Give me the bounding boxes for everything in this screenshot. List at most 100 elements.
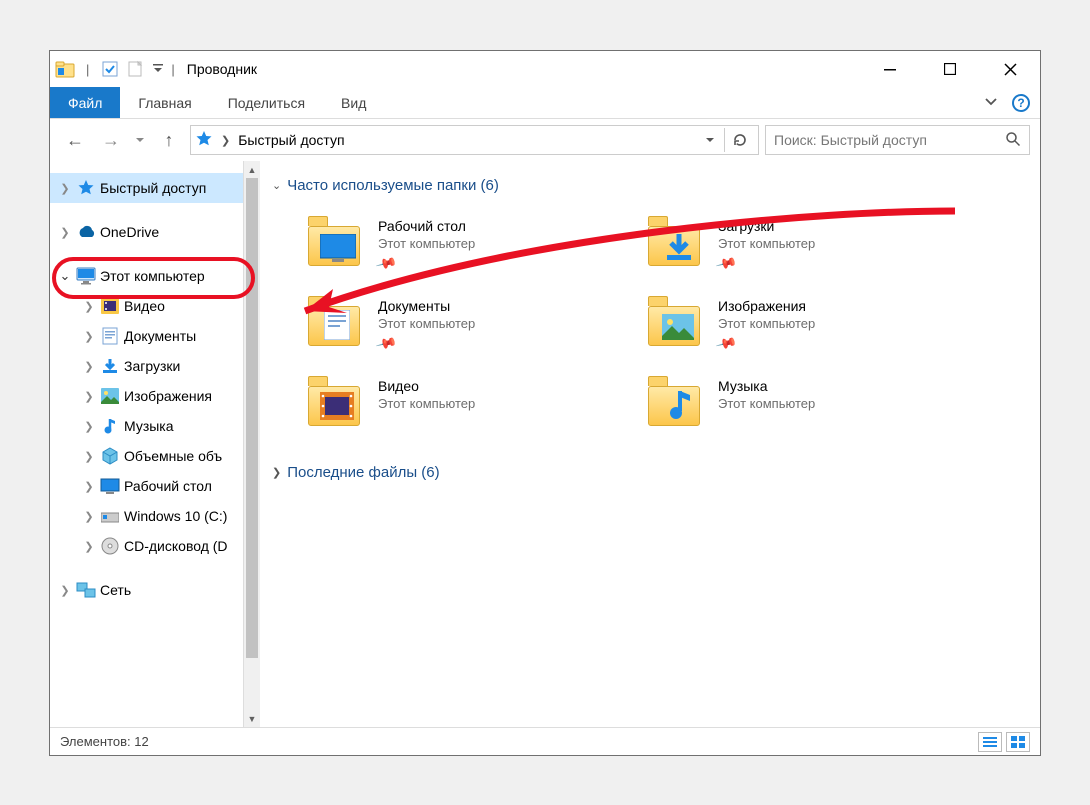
tab-share[interactable]: Поделиться	[210, 87, 323, 118]
folder-item-videos[interactable]: Видео Этот компьютер	[272, 364, 612, 444]
downloads-folder-icon	[648, 218, 706, 266]
sidebar-item-label: Объемные объ	[124, 448, 222, 464]
back-button[interactable]: ←	[60, 125, 90, 155]
up-button[interactable]: ↑	[154, 125, 184, 155]
folder-item-music[interactable]: Музыка Этот компьютер	[612, 364, 952, 444]
quick-access-star-icon	[195, 130, 213, 151]
chevron-right-icon[interactable]: ❯	[58, 584, 72, 597]
sidebar-scrollbar[interactable]: ▲ ▼	[243, 161, 260, 727]
scroll-up-icon[interactable]: ▲	[244, 161, 260, 178]
chevron-right-icon[interactable]: ❯	[82, 420, 96, 433]
sidebar-item-3d-objects[interactable]: ❯ Объемные объ	[50, 441, 260, 471]
help-icon[interactable]: ?	[1012, 94, 1030, 112]
sidebar-item-videos[interactable]: ❯ Видео	[50, 291, 260, 321]
pin-icon: 📌	[715, 332, 739, 355]
chevron-right-icon[interactable]: ❯	[82, 300, 96, 313]
content-pane[interactable]: ⌄ Часто используемые папки (6) Рабочий с…	[260, 161, 1040, 727]
chevron-right-icon[interactable]: ❯	[82, 390, 96, 403]
properties-icon[interactable]	[99, 58, 121, 80]
status-bar: Элементов: 12	[50, 727, 1040, 755]
search-placeholder: Поиск: Быстрый доступ	[774, 132, 999, 148]
folder-location: Этот компьютер	[718, 396, 815, 411]
download-icon	[100, 356, 120, 376]
refresh-button[interactable]	[724, 128, 754, 152]
sidebar-item-cd-drive[interactable]: ❯ CD-дисковод (D	[50, 531, 260, 561]
folder-name: Рабочий стол	[378, 218, 475, 234]
collapse-icon[interactable]: ⌄	[272, 179, 281, 192]
sidebar-item-onedrive[interactable]: ❯ OneDrive	[50, 217, 260, 247]
scrollbar-thumb[interactable]	[246, 178, 258, 658]
folder-location: Этот компьютер	[378, 316, 475, 331]
icons-view-button[interactable]	[1006, 732, 1030, 752]
folder-location: Этот компьютер	[378, 236, 475, 251]
folder-item-downloads[interactable]: Загрузки Этот компьютер 📌	[612, 204, 952, 284]
sidebar-item-this-pc[interactable]: ⌄ Этот компьютер	[50, 261, 260, 291]
close-button[interactable]	[980, 51, 1040, 87]
sidebar-item-quick-access[interactable]: ❯ Быстрый доступ	[50, 173, 260, 203]
section-recent-files[interactable]: ❯ Последние файлы (6)	[272, 464, 1024, 481]
search-input[interactable]: Поиск: Быстрый доступ	[765, 125, 1030, 155]
sidebar-item-pictures[interactable]: ❯ Изображения	[50, 381, 260, 411]
pin-icon: 📌	[375, 252, 399, 275]
music-folder-icon	[648, 378, 706, 426]
videos-folder-icon	[308, 378, 366, 426]
chevron-right-icon[interactable]: ❯	[58, 182, 72, 195]
sidebar-item-desktop[interactable]: ❯ Рабочий стол	[50, 471, 260, 501]
tab-home[interactable]: Главная	[120, 87, 209, 118]
qat-separator: |	[86, 62, 89, 77]
sidebar-item-label: Windows 10 (C:)	[124, 508, 227, 524]
maximize-button[interactable]	[920, 51, 980, 87]
breadcrumb-chevron-icon[interactable]: ❯	[221, 134, 230, 147]
sidebar-item-network[interactable]: ❯ Сеть	[50, 575, 260, 605]
address-history-button[interactable]	[698, 128, 722, 152]
chevron-right-icon[interactable]: ❯	[58, 226, 72, 239]
minimize-button[interactable]	[860, 51, 920, 87]
qat-customize-icon[interactable]	[151, 58, 165, 80]
nav-pane: ❯ Быстрый доступ ❯ OneDrive ⌄ Этот компь…	[50, 161, 260, 727]
chevron-right-icon[interactable]: ❯	[82, 540, 96, 553]
folder-name: Загрузки	[718, 218, 815, 234]
address-bar[interactable]: ❯ Быстрый доступ	[190, 125, 759, 155]
sidebar-item-downloads[interactable]: ❯ Загрузки	[50, 351, 260, 381]
sidebar-item-label: CD-дисковод (D	[124, 538, 228, 554]
section-frequent-folders[interactable]: ⌄ Часто используемые папки (6)	[272, 177, 1024, 194]
sidebar-item-drive-c[interactable]: ❯ Windows 10 (C:)	[50, 501, 260, 531]
pin-icon: 📌	[375, 332, 399, 355]
chevron-down-icon[interactable]: ⌄	[58, 268, 72, 284]
sidebar-item-documents[interactable]: ❯ Документы	[50, 321, 260, 351]
tab-view[interactable]: Вид	[323, 87, 384, 118]
drive-icon	[100, 506, 120, 526]
quick-access-toolbar: |	[54, 58, 165, 80]
sidebar-item-label: Рабочий стол	[124, 478, 212, 494]
breadcrumb[interactable]: Быстрый доступ	[238, 132, 344, 148]
sidebar-item-music[interactable]: ❯ Музыка	[50, 411, 260, 441]
folder-item-desktop[interactable]: Рабочий стол Этот компьютер 📌	[272, 204, 612, 284]
sidebar-item-label: Музыка	[124, 418, 174, 434]
chevron-right-icon[interactable]: ❯	[82, 450, 96, 463]
title-separator: |	[171, 62, 174, 77]
scroll-down-icon[interactable]: ▼	[244, 710, 260, 727]
ribbon-tabs: Файл Главная Поделиться Вид ?	[50, 87, 1040, 119]
details-view-button[interactable]	[978, 732, 1002, 752]
recent-locations-button[interactable]	[132, 125, 148, 155]
pictures-folder-icon	[648, 298, 706, 346]
new-folder-icon[interactable]	[125, 58, 147, 80]
desktop-icon	[100, 476, 120, 496]
ribbon-collapse-icon[interactable]	[984, 94, 998, 111]
chevron-right-icon[interactable]: ❯	[82, 330, 96, 343]
title-bar: | | Проводник	[50, 51, 1040, 87]
status-text: Элементов: 12	[60, 734, 149, 749]
folder-item-documents[interactable]: Документы Этот компьютер 📌	[272, 284, 612, 364]
chevron-right-icon[interactable]: ❯	[82, 360, 96, 373]
chevron-right-icon[interactable]: ❯	[82, 480, 96, 493]
cloud-icon	[76, 222, 96, 242]
forward-button[interactable]: →	[96, 125, 126, 155]
sidebar-item-label: Сеть	[100, 582, 131, 598]
sidebar-item-label: Изображения	[124, 388, 212, 404]
expand-icon[interactable]: ❯	[272, 466, 281, 479]
folder-item-pictures[interactable]: Изображения Этот компьютер 📌	[612, 284, 952, 364]
tab-file[interactable]: Файл	[50, 87, 120, 118]
music-icon	[100, 416, 120, 436]
documents-folder-icon	[308, 298, 366, 346]
chevron-right-icon[interactable]: ❯	[82, 510, 96, 523]
